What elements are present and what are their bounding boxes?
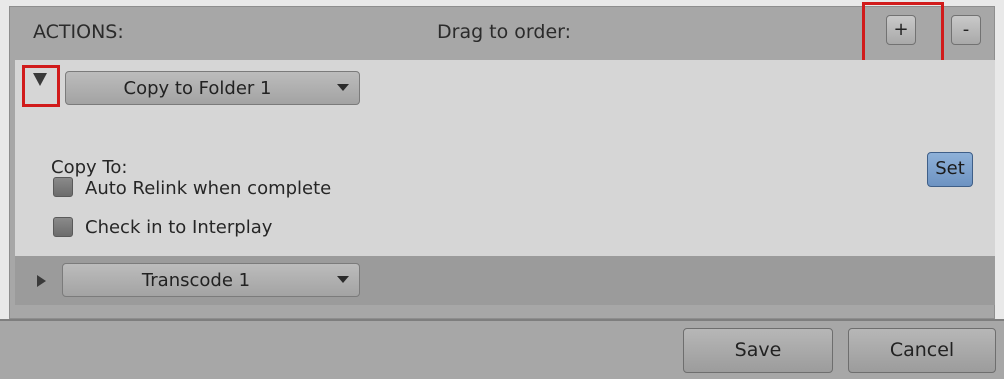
check-in-interplay-label: Check in to Interplay [85,217,273,238]
collapse-toggle-highlight [22,65,60,107]
auto-relink-checkbox[interactable] [53,177,73,197]
remove-action-button[interactable]: - [951,15,981,45]
check-in-interplay-checkbox[interactable] [53,217,73,237]
action-type-dropdown-copy[interactable]: Copy to Folder 1 [65,71,360,105]
actions-heading: ACTIONS: [33,21,124,43]
add-button-highlight [862,2,944,66]
save-button[interactable]: Save [683,328,833,373]
copy-to-label: Copy To: [51,157,128,178]
chevron-down-icon [337,84,349,91]
cancel-button[interactable]: Cancel [848,328,996,373]
auto-relink-label: Auto Relink when complete [85,178,332,199]
actions-dialog: ACTIONS: Drag to order: + - Copy to Fold… [0,0,1004,379]
action-type-label: Copy to Folder 1 [123,78,272,99]
expand-toggle-icon[interactable] [37,275,46,287]
chevron-down-icon [337,276,349,283]
action-type-dropdown-transcode[interactable]: Transcode 1 [62,263,360,297]
action-type-label: Transcode 1 [141,270,251,291]
set-destination-button[interactable]: Set [927,152,973,187]
drag-to-order-hint: Drag to order: [437,21,572,43]
